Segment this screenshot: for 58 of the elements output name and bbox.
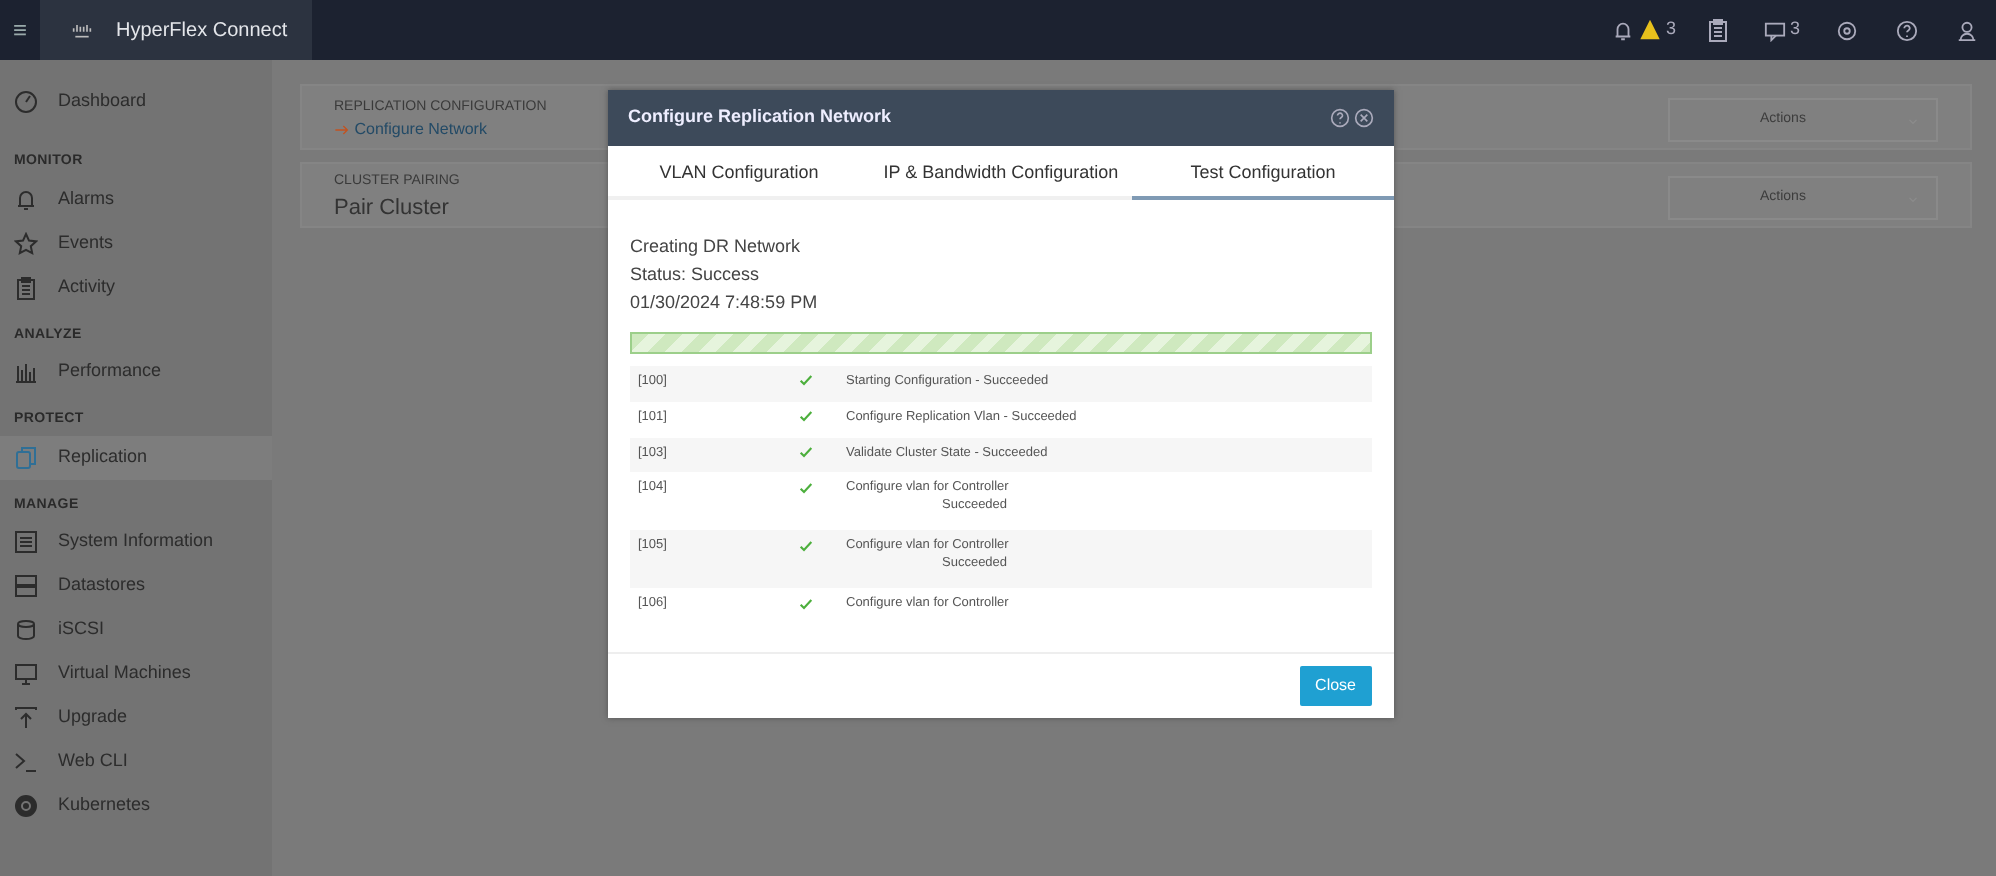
gauge-icon: [14, 90, 38, 114]
upload-icon: [14, 706, 38, 730]
messages-button[interactable]: 3: [1747, 0, 1816, 60]
help-icon: [1329, 107, 1350, 128]
bell-icon: [1611, 19, 1634, 41]
sidebar-item[interactable]: Dashboard: [0, 80, 272, 124]
status-text: Status: Success: [630, 262, 762, 288]
check-icon: [798, 372, 814, 389]
alert-count: 3: [1665, 16, 1676, 43]
sidebar-item[interactable]: Alarms: [0, 177, 272, 221]
alarm-bell-button[interactable]: 3: [1599, 0, 1688, 60]
check-icon: [798, 537, 814, 554]
close-button[interactable]: [1354, 104, 1374, 132]
wheel-icon: [14, 794, 38, 818]
bell-icon: [14, 187, 38, 211]
sidebar-item[interactable]: Events: [0, 221, 272, 265]
arrow-icon: [334, 122, 350, 139]
sidebar-item[interactable]: Upgrade: [0, 696, 272, 740]
tab[interactable]: VLAN Configuration: [608, 146, 870, 200]
sidebar-item[interactable]: Kubernetes: [0, 784, 272, 828]
sidebar-item[interactable]: Activity: [0, 265, 272, 309]
close-icon: [1354, 107, 1374, 128]
dialog-title: Configure Replication Network: [628, 104, 892, 131]
user-icon: [1955, 19, 1977, 41]
monitor-icon: [14, 662, 38, 686]
settings-icon: [1835, 19, 1857, 41]
clipboard-icon: [14, 275, 38, 299]
help-button[interactable]: [1329, 104, 1350, 132]
tab[interactable]: Test Configuration: [1132, 146, 1394, 200]
configure-link[interactable]: Configure Network: [334, 118, 487, 143]
menu-icon[interactable]: ≡: [0, 12, 40, 48]
sidebar-item[interactable]: Datastores: [0, 564, 272, 608]
clipboard-icon: [1705, 18, 1730, 42]
disk-icon: [14, 618, 38, 642]
sidebar-item[interactable]: Replication: [0, 435, 272, 479]
check-icon: [798, 479, 814, 496]
message-count: 3: [1789, 16, 1800, 43]
warning-icon: [1639, 20, 1660, 40]
bar-chart-icon: [14, 360, 38, 384]
sidebar-item[interactable]: Web CLI: [0, 740, 272, 784]
chat-icon: [1763, 19, 1786, 41]
sidebar-item[interactable]: Virtual Machines: [0, 652, 272, 696]
terminal-icon: [14, 750, 38, 774]
storage-icon: [14, 574, 38, 598]
documents-icon: [14, 445, 38, 469]
close-button[interactable]: Close: [1299, 666, 1372, 706]
sidebar-item[interactable]: Performance: [0, 350, 272, 394]
check-icon: [798, 595, 814, 612]
status-text: 01/30/2024 7:48:59 PM: [630, 290, 820, 316]
brand-name: HyperFlex Connect: [116, 17, 288, 45]
status-text: Creating DR Network: [630, 234, 803, 260]
check-icon: [798, 408, 814, 425]
help-icon: [1895, 19, 1917, 41]
star-icon: [14, 231, 38, 255]
sidebar-item[interactable]: System Information: [0, 520, 272, 564]
check-icon: [798, 443, 814, 460]
sidebar-item[interactable]: iSCSI: [0, 608, 272, 652]
panel-title: Pair Cluster: [334, 194, 449, 224]
